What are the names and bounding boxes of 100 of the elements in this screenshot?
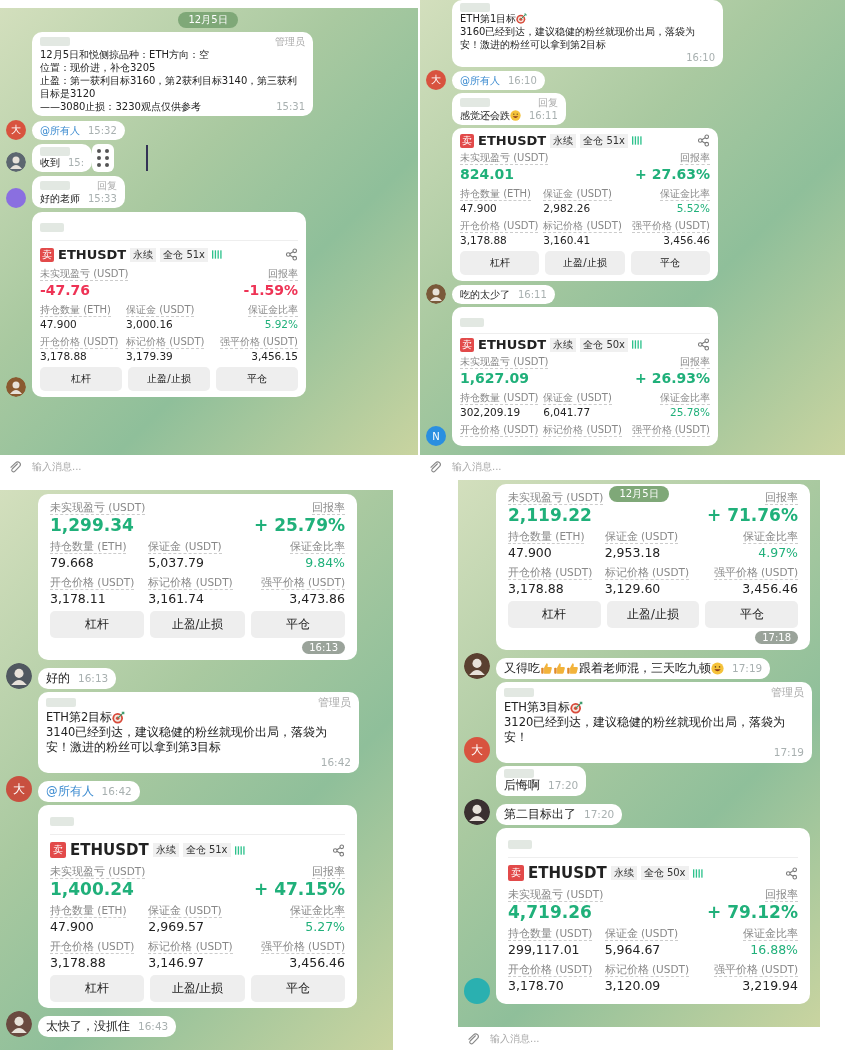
avatar[interactable] [6,188,26,208]
share-icon[interactable] [332,843,345,857]
action-button[interactable]: 止盈/止损 [128,367,210,391]
signal-bars-icon [234,845,245,855]
mention-link[interactable]: @所有人 [40,124,80,137]
field-value: 5.52% [676,201,710,216]
field-value: 3,160.41 [543,233,591,248]
share-icon[interactable] [697,338,710,351]
field-value: 5.27% [305,918,345,936]
message-text: 方向：空 [169,48,210,61]
signal-bars-icon [212,250,223,259]
action-button[interactable]: 平仓 [216,367,298,391]
target-icon [516,13,528,24]
message-input[interactable]: 输入消息... [450,460,837,473]
tag-label: 永续 [550,133,577,148]
field-value: 16.88% [750,941,798,959]
message-text: 3120已经到达，建议稳健的粉丝就现价出局，落袋为安！ [504,715,787,745]
field-label: 开仓价格 (USDT) [508,962,593,977]
action-button[interactable]: 杠杆 [40,367,122,391]
tag-label: 永续 [130,247,157,262]
field-value: 5,037.79 [148,554,204,572]
action-button[interactable]: 止盈/止损 [150,975,245,1002]
field-label: 开仓价格 (USDT) [50,575,135,590]
message-time: 17:20 [583,807,615,822]
field-label: 开仓价格 (USDT) [40,335,119,349]
field-value: 3,129.60 [604,580,661,598]
action-button[interactable]: 杠杆 [50,611,145,638]
avatar-icon[interactable] [464,653,490,679]
message-time: 16:11 [528,109,558,122]
message-text: 跟着老师混，三天吃九顿 [579,661,711,676]
tag-label: 永续 [550,337,577,352]
action-button[interactable]: 止盈/止损 [150,611,245,638]
smiley-icon [711,662,724,675]
role-label: 管理员 [318,695,351,710]
field-label: 保证金比率 [248,303,298,317]
thumbs-up-icon [553,662,566,675]
paperclip-icon[interactable] [8,459,22,474]
field-label: 持仓数量 (ETH) [50,903,127,918]
paperclip-icon[interactable] [466,1031,480,1046]
message-input[interactable]: 输入消息... [488,1032,812,1045]
message-text: 止盈：第一获利目标3160，第2获利目标3140，第三获利目标是3120 [40,74,299,100]
tag-label: 全仓 50x [640,866,689,880]
message-text: 3140已经到达，建议稳健的粉丝就现价出局，落袋为安！激进的粉丝可以拿到第3目标 [46,725,329,755]
signal-bars-icon [632,136,643,145]
mention-link[interactable]: @所有人 [460,74,500,87]
tag-label: 全仓 51x [580,133,629,148]
action-button[interactable]: 止盈/止损 [606,601,700,628]
avatar-icon[interactable] [6,377,26,397]
action-button[interactable]: 杠杆 [508,601,601,628]
avatar[interactable]: 大 [6,120,26,140]
field-value: 3,178.88 [460,233,507,248]
field-label: 保证金 (USDT) [604,529,679,544]
symbol-name: ETHUSDT [58,247,127,262]
avatar-icon[interactable] [6,1011,32,1037]
action-button[interactable]: 平仓 [705,601,798,628]
symbol-name: ETHUSDT [478,133,547,148]
action-button[interactable]: 杠杆 [460,251,540,275]
avatar[interactable]: 大 [6,776,32,802]
tag-label: 全仓 51x [160,247,209,262]
action-button[interactable]: 杠杆 [50,975,145,1002]
field-value: 3,178.70 [508,977,564,995]
action-button[interactable]: 平仓 [250,611,345,638]
field-value: 3,000.16 [126,317,173,332]
field-value: 47.900 [460,201,497,216]
tag-label: 永续 [152,843,179,857]
message-time: 16:13 [77,671,109,686]
message-input[interactable]: 输入消息... [30,460,410,473]
message-text: 3160已经到达，建议稳健的粉丝就现价出局，落袋为安！激进的粉丝可以拿到第2目标 [460,25,697,51]
avatar[interactable]: 大 [426,70,446,90]
action-button[interactable]: 止盈/止损 [545,251,625,275]
field-value: 1,400.24 [50,879,134,900]
field-label: 保证金比率 [660,391,710,405]
message-time: 16:43 [137,1019,169,1034]
field-label: 标记价格 (USDT) [148,575,233,590]
action-button[interactable]: 平仓 [250,975,345,1002]
avatar-icon[interactable] [426,284,446,304]
field-value: 3,456.46 [663,233,710,248]
share-icon[interactable] [697,134,710,147]
field-label: 标记价格 (USDT) [604,962,690,977]
action-button[interactable]: 平仓 [630,251,710,275]
avatar[interactable]: 大 [464,737,490,763]
target-icon [570,701,584,714]
mention-link[interactable]: @所有人 [46,784,94,799]
smiley-icon [510,110,521,121]
thumbs-up-icon [540,662,553,675]
paperclip-icon[interactable] [428,459,442,474]
avatar-icon[interactable] [6,152,26,172]
avatar-icon[interactable] [6,663,32,689]
field-value: + 26.93% [635,369,710,388]
sell-badge: 卖 [460,133,474,148]
field-label: 未实现盈亏 (USDT) [50,864,146,879]
field-value: 2,953.18 [604,544,661,562]
avatar-icon[interactable] [464,799,490,825]
signal-bars-icon [632,340,643,349]
field-value: 1,627.09 [460,369,530,388]
share-icon[interactable] [285,248,298,261]
drag-handle-icon[interactable] [92,144,115,172]
message-text: ETH第1目标 [460,12,517,25]
share-icon[interactable] [785,866,798,880]
field-value: 5,964.67 [604,941,661,959]
